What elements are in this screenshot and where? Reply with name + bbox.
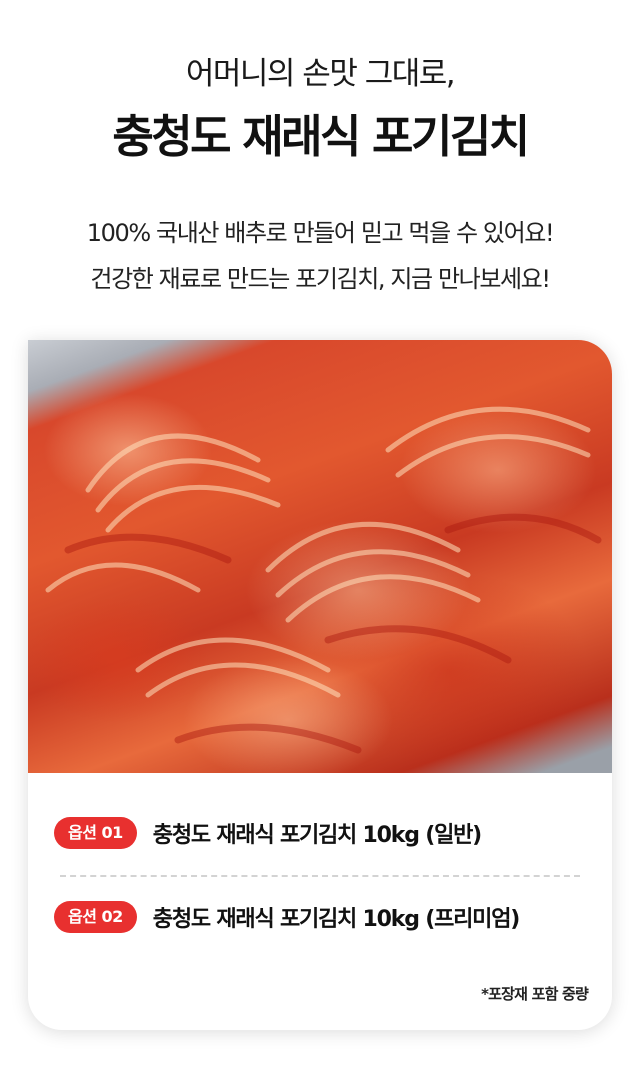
kimchi-photo bbox=[28, 340, 612, 773]
option-label: 충청도 재래식 포기김치 10kg (프리미엄) bbox=[152, 907, 521, 932]
header: 어머니의 손맛 그대로, 충청도 재래식 포기김치 bbox=[0, 52, 640, 166]
kimchi-illustration bbox=[45, 406, 602, 754]
page-title: 충청도 재래식 포기김치 bbox=[112, 110, 530, 163]
option-badge: 옵션 01 bbox=[54, 817, 137, 849]
weight-note: *포장재 포함 중량 bbox=[481, 985, 589, 1003]
option-item[interactable]: 옵션 02 충청도 재래식 포기김치 10kg (프리미엄) bbox=[54, 901, 521, 933]
description-line-2: 건강한 재료로 만드는 포기김치, 지금 만나보세요! bbox=[90, 265, 551, 293]
description: 100% 국내산 배추로 만들어 믿고 먹을 수 있어요! 건강한 재료로 만드… bbox=[0, 210, 640, 302]
subtitle: 어머니의 손맛 그대로, bbox=[185, 56, 456, 92]
dashed-divider bbox=[60, 875, 580, 877]
description-line-1: 100% 국내산 배추로 만들어 믿고 먹을 수 있어요! bbox=[86, 219, 555, 247]
option-label: 충청도 재래식 포기김치 10kg (일반) bbox=[152, 823, 482, 848]
option-badge: 옵션 02 bbox=[54, 901, 137, 933]
product-card: 옵션 01 충청도 재래식 포기김치 10kg (일반) 옵션 02 충청도 재… bbox=[28, 340, 612, 1030]
option-item[interactable]: 옵션 01 충청도 재래식 포기김치 10kg (일반) bbox=[54, 817, 482, 849]
